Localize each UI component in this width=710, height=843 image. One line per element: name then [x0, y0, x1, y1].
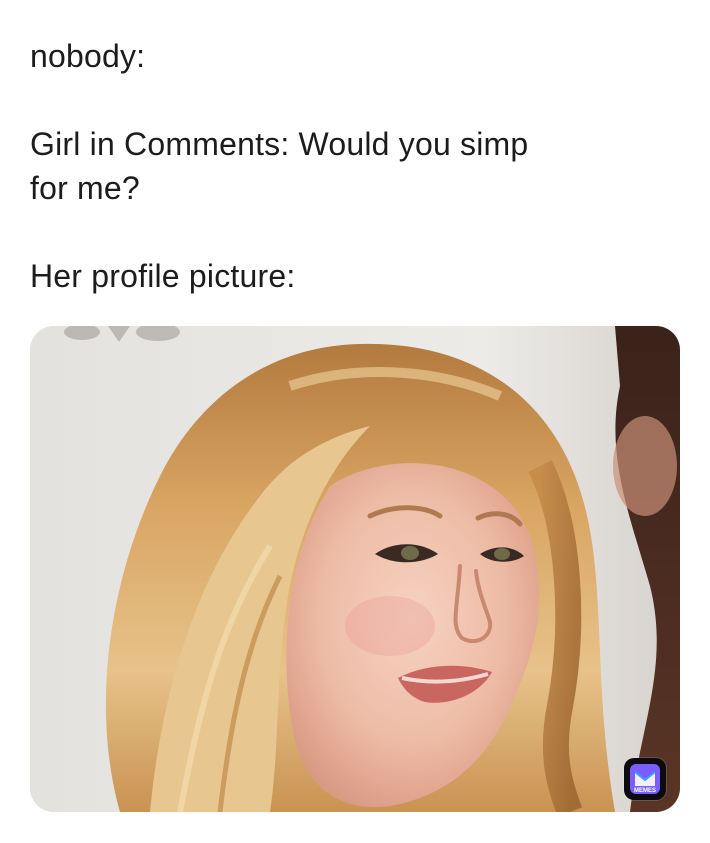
watermark-label: MEMES	[634, 788, 656, 794]
memes-app-logo-icon: MEMES	[624, 758, 666, 800]
meme-caption: nobody: Girl in Comments: Would you simp…	[30, 34, 670, 298]
caption-line-nobody: nobody:	[30, 38, 146, 74]
caption-line-girl-in-comments: Girl in Comments: Would you simp	[30, 126, 529, 162]
caption-line-for-me: for me?	[30, 170, 140, 206]
portrait-illustration	[30, 326, 680, 812]
caption-line-profile-picture: Her profile picture:	[30, 258, 296, 294]
meme-photo: MEMES	[30, 326, 680, 812]
